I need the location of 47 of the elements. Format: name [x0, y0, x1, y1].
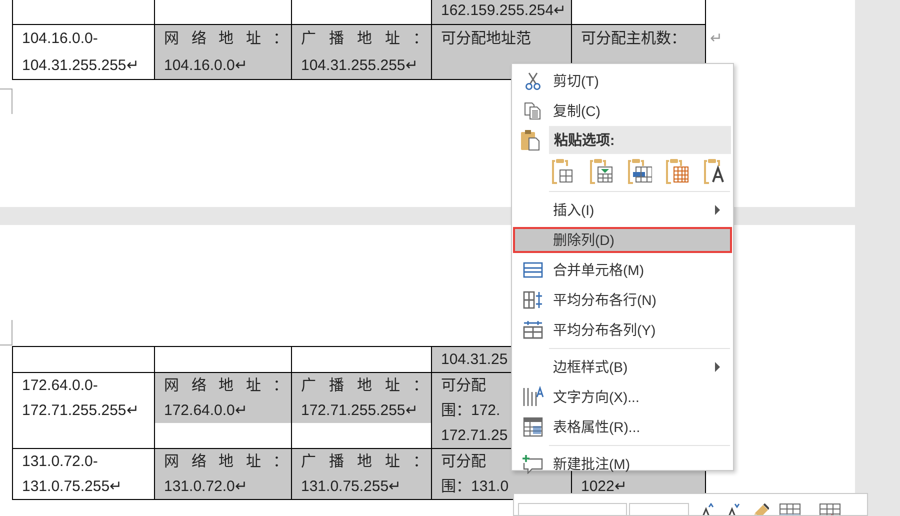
cell-text: 104.31.25 — [440, 350, 508, 370]
menu-item[interactable]: 平均分布各行(N) — [513, 285, 732, 315]
menu-item[interactable]: 插入(I) — [513, 195, 732, 225]
cell-text: 广播地址：172.71.255.255↵ — [300, 376, 429, 421]
cell-text: 可分配主机数： — [580, 29, 686, 49]
margin-corner-mark — [0, 88, 13, 114]
cell-text: 围：131.0 — [440, 477, 509, 497]
cell-text: 162.159.255.254↵ — [440, 1, 568, 21]
menu-item[interactable]: 文字方向(X)... — [513, 382, 732, 412]
cell-text: 网络地址：104.16.0.0↵ — [163, 29, 289, 76]
paste-option-button[interactable] — [627, 157, 653, 185]
menu-item[interactable]: 平均分布各列(Y) — [513, 315, 732, 345]
menu-item[interactable]: 表格属性(R)... — [513, 412, 732, 442]
menu-section-header: 粘贴选项: — [549, 126, 731, 154]
table-properties-icon — [523, 417, 543, 437]
menu-item[interactable]: 复制(C) — [513, 96, 732, 126]
cell-text: 172.71.25 — [440, 426, 508, 446]
paste-option-button[interactable] — [589, 157, 615, 185]
scissors-icon — [524, 72, 542, 90]
row-end-mark: ↵ — [710, 30, 723, 46]
menu-item[interactable]: 边框样式(B) — [513, 352, 732, 382]
menu-item[interactable]: 合并单元格(M) — [513, 255, 732, 285]
cell-text: 131.0.72.0-131.0.75.255↵ — [21, 452, 124, 497]
cell-text: 104.16.0.0-104.31.255.255↵ — [21, 29, 140, 76]
cell-text: 172.64.0.0-172.71.255.255↵ — [21, 376, 140, 421]
margin-corner-mark — [0, 320, 13, 346]
copy-icon — [524, 102, 542, 120]
distribute-columns-icon — [523, 321, 543, 339]
menu-item[interactable]: 删除列(D) — [513, 227, 732, 253]
cell-text: 围：172. — [440, 401, 500, 421]
cell-text: 广播地址：104.31.255.255↵ — [300, 29, 429, 76]
cell-text: 可分配 — [440, 376, 486, 396]
text-direction-icon — [522, 386, 544, 408]
distribute-rows-icon — [523, 291, 543, 309]
cell-text: 1022↵ — [580, 477, 628, 497]
paste-nest-table-icon — [590, 158, 614, 184]
merge-cells-icon — [523, 262, 543, 278]
clipboard-icon — [520, 129, 540, 151]
menu-item[interactable]: 新建批注(M) — [513, 449, 732, 479]
paste-overwrite-cells-icon — [666, 158, 690, 184]
menu-item[interactable]: 剪切(T) — [513, 66, 732, 96]
cell-text: 网络地址：131.0.72.0↵ — [163, 452, 289, 497]
paste-merge-table-icon — [628, 158, 652, 184]
cell-text: 广播地址：131.0.75.255↵ — [300, 452, 429, 497]
cell-text: 可分配地址范 — [440, 29, 531, 49]
cell-text: 网络地址：172.64.0.0↵ — [163, 376, 289, 421]
cell-text: 可分配 — [440, 452, 486, 472]
